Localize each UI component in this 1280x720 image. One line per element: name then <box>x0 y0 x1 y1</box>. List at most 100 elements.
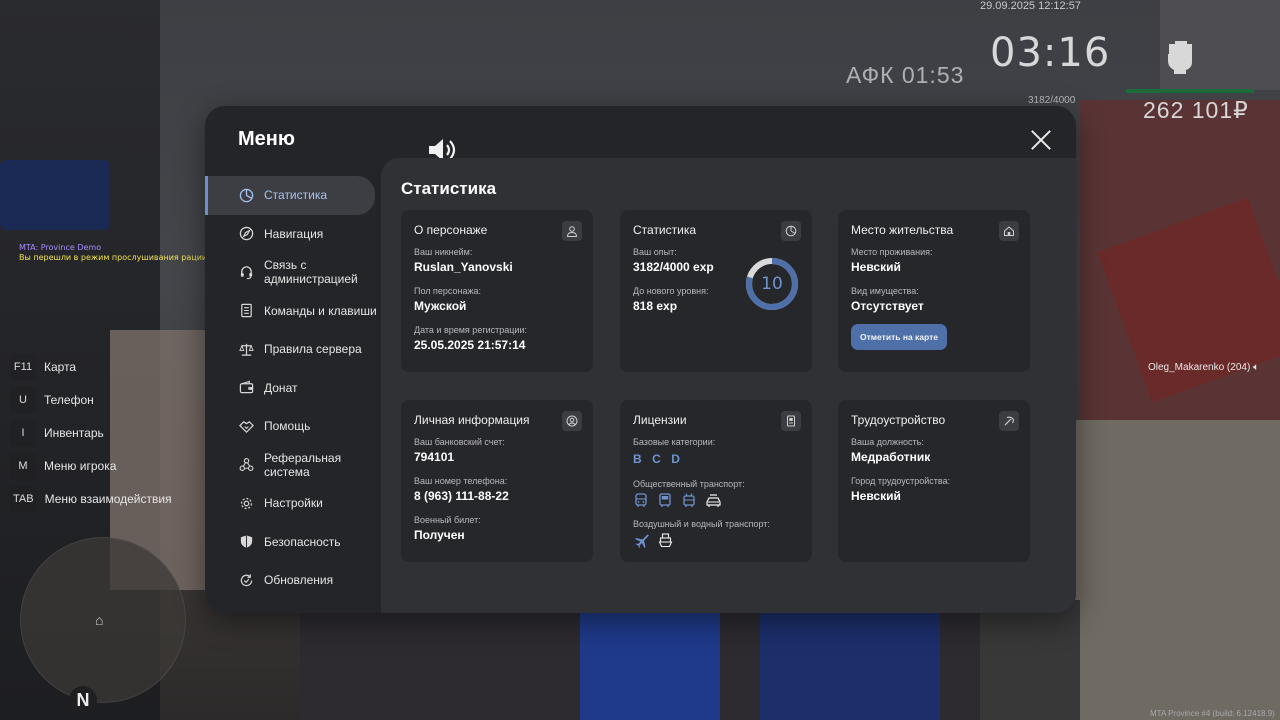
sidebar-item-donate[interactable]: Донат <box>205 369 381 408</box>
sidebar-item-label: Реферальная система <box>264 450 342 479</box>
card-stats: Статистика Ваш опыт: 3182/4000 exp До но… <box>620 210 812 372</box>
public-transport-licenses <box>633 492 799 508</box>
bus-icon <box>633 492 649 508</box>
taxi-icon <box>705 492 721 508</box>
sidebar-item-label: Связь с администрацией <box>264 258 358 287</box>
content-area: Статистика О персонаже Ваш никнейм: Rusl… <box>381 158 1076 613</box>
network-icon <box>238 457 254 473</box>
gear-icon <box>238 495 254 511</box>
sidebar-item-statistics[interactable]: Статистика <box>205 176 375 215</box>
user-icon <box>562 221 582 241</box>
sidebar-item-referral[interactable]: Реферальная система <box>205 446 381 485</box>
hud-date: 29.09.2025 12:12:57 <box>980 0 1081 12</box>
license-category: C <box>652 452 661 466</box>
home-icon: ⌂ <box>95 612 104 628</box>
house-icon <box>999 221 1019 241</box>
wallet-icon <box>238 380 254 396</box>
voice-icon: 🔈︎ <box>1253 362 1260 373</box>
plane-icon <box>633 532 649 548</box>
field-label: Город трудоустройства: <box>851 476 951 486</box>
air-water-licenses <box>633 532 799 548</box>
pickaxe-icon <box>999 411 1019 431</box>
document-icon <box>238 303 254 319</box>
hud-exp: 3182/4000 <box>1028 95 1076 106</box>
sidebar-item-navigation[interactable]: Навигация <box>205 215 381 254</box>
hotkey-interaction-menu[interactable]: TAB Меню взаимодействия <box>10 482 172 515</box>
field-label: Базовые категории: <box>633 437 716 447</box>
hotkey-phone[interactable]: U Телефон <box>10 383 172 416</box>
card-title: Личная информация <box>414 413 530 427</box>
refresh-icon <box>238 572 254 588</box>
keycap: M <box>10 452 36 479</box>
menu-title: Меню <box>238 128 295 150</box>
sidebar-item-security[interactable]: Безопасность <box>205 523 381 562</box>
content-title: Статистика <box>401 179 497 198</box>
build-info: MTA Province #4 (build: 6.12418.9) <box>1150 709 1275 718</box>
field-label: Ваш номер телефона: <box>414 476 508 486</box>
sidebar-item-label: Донат <box>264 380 298 395</box>
license-icon <box>781 411 801 431</box>
shield-icon <box>238 534 254 550</box>
card-personal: Личная информация Ваш банковский счет: 7… <box>401 400 593 562</box>
residence-value: Невский <box>851 260 901 274</box>
field-label: Место проживания: <box>851 247 933 257</box>
hotkey-map[interactable]: F11 Карта <box>10 350 172 383</box>
level-value: 10 <box>761 274 783 294</box>
employment-city-value: Невский <box>851 489 901 503</box>
chat-line: MTA: Province Demo <box>19 243 102 252</box>
sidebar-item-admin-contact[interactable]: Связь с администрацией <box>205 253 381 292</box>
sidebar-item-commands[interactable]: Команды и клавиши <box>205 292 381 331</box>
mark-on-map-button[interactable]: Отметить на карте <box>851 324 947 350</box>
trolleybus-icon <box>681 492 697 508</box>
field-label: Военный билет: <box>414 515 481 525</box>
nickname-value: Ruslan_Yanovski <box>414 260 513 274</box>
sidebar-item-label: Помощь <box>264 419 311 434</box>
player-name: Oleg_Makarenko (204) <box>1148 362 1251 373</box>
hotkey-list: F11 Карта U Телефон I Инвентарь M Меню и… <box>10 350 172 515</box>
chat-line: Вы перешли в режим прослушивания рации. <box>19 253 210 262</box>
main-menu-window: Меню Статистика Навигация Связь с админи… <box>205 106 1076 613</box>
hotkey-label: Меню взаимодействия <box>44 491 172 506</box>
field-label: Ваш банковский счет: <box>414 437 505 447</box>
field-label: Дата и время регистрации: <box>414 325 527 335</box>
hotkey-label: Телефон <box>44 392 94 407</box>
registration-value: 25.05.2025 21:57:14 <box>414 338 526 352</box>
keycap: I <box>10 419 36 446</box>
card-title: Статистика <box>633 223 697 237</box>
sidebar-item-label: Обновления <box>264 573 334 588</box>
pie-chart-icon <box>781 221 801 241</box>
sidebar-item-label: Настройки <box>264 496 323 511</box>
gender-value: Мужской <box>414 299 467 313</box>
hotkey-label: Меню игрока <box>44 458 117 473</box>
military-id-value: Получен <box>414 528 465 542</box>
north-indicator: N <box>69 686 97 714</box>
card-licenses: Лицензии Базовые категории: B C D Общест… <box>620 400 812 562</box>
card-title: Место жительства <box>851 223 954 237</box>
hud-money: 262 101₽ <box>1143 97 1249 123</box>
license-categories: B C D <box>633 450 799 468</box>
sidebar-item-settings[interactable]: Настройки <box>205 484 381 523</box>
field-label: Ваш никнейм: <box>414 247 473 257</box>
hotkey-inventory[interactable]: I Инвентарь <box>10 416 172 449</box>
ship-icon <box>657 532 673 548</box>
field-label: Воздушный и водный транспорт: <box>633 519 770 529</box>
card-title: Лицензии <box>633 413 687 427</box>
hud-time: 03:16 <box>990 30 1111 76</box>
hotkey-player-menu[interactable]: M Меню игрока <box>10 449 172 482</box>
sidebar-item-label: Правила сервера <box>264 342 362 357</box>
close-button[interactable] <box>1030 129 1052 151</box>
handshake-icon <box>238 418 254 434</box>
card-employment: Трудоустройство Ваша должность: Медработ… <box>838 400 1030 562</box>
phone-value: 8 (963) 111-88-22 <box>414 489 509 503</box>
sidebar-item-rules[interactable]: Правила сервера <box>205 330 381 369</box>
sidebar-item-help[interactable]: Помощь <box>205 407 381 446</box>
pie-chart-icon <box>238 187 254 203</box>
license-category: B <box>633 452 642 466</box>
sidebar-item-updates[interactable]: Обновления <box>205 561 381 600</box>
user-circle-icon <box>562 411 582 431</box>
sidebar-item-label: Команды и клавиши <box>264 303 377 318</box>
minimap: ⌂ <box>20 537 186 703</box>
keycap: TAB <box>10 485 37 512</box>
field-label: Ваша должность: <box>851 437 924 447</box>
compass-icon <box>238 226 254 242</box>
